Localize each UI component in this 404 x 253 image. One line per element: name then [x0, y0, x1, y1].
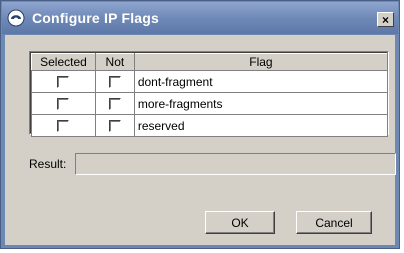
result-label: Result:	[29, 157, 67, 171]
close-icon[interactable]: ×	[377, 12, 394, 27]
column-header-selected[interactable]: Selected	[31, 53, 96, 71]
window-title: Configure IP Flags	[32, 10, 160, 26]
selected-checkbox[interactable]	[57, 76, 70, 89]
table-row[interactable]: reserved	[31, 114, 389, 137]
app-logo-icon	[7, 9, 25, 27]
table-row[interactable]: dont-fragment	[31, 70, 389, 93]
dialog-content: Selected Not Flag dont-fragment more-fra…	[5, 35, 396, 245]
not-checkbox[interactable]	[108, 76, 121, 89]
flag-name: more-fragments	[133, 92, 389, 115]
column-header-flag[interactable]: Flag	[133, 53, 389, 71]
flag-name: dont-fragment	[133, 70, 389, 93]
not-checkbox[interactable]	[108, 98, 121, 111]
table-header-row: Selected Not Flag	[31, 53, 389, 71]
configure-ip-flags-dialog: Configure IP Flags × Selected Not Flag d…	[0, 0, 400, 249]
flags-table: Selected Not Flag dont-fragment more-fra…	[31, 53, 389, 137]
cancel-button[interactable]: Cancel	[296, 211, 372, 234]
table-row[interactable]: more-fragments	[31, 92, 389, 115]
flags-table-scrollpane: Selected Not Flag dont-fragment more-fra…	[29, 51, 389, 137]
not-checkbox[interactable]	[108, 120, 121, 133]
column-header-not[interactable]: Not	[94, 53, 135, 71]
result-field	[75, 153, 396, 175]
selected-checkbox[interactable]	[57, 120, 70, 133]
ok-button[interactable]: OK	[205, 211, 275, 234]
selected-checkbox[interactable]	[57, 98, 70, 111]
title-bar[interactable]: Configure IP Flags ×	[2, 2, 398, 34]
flag-name: reserved	[133, 114, 389, 137]
